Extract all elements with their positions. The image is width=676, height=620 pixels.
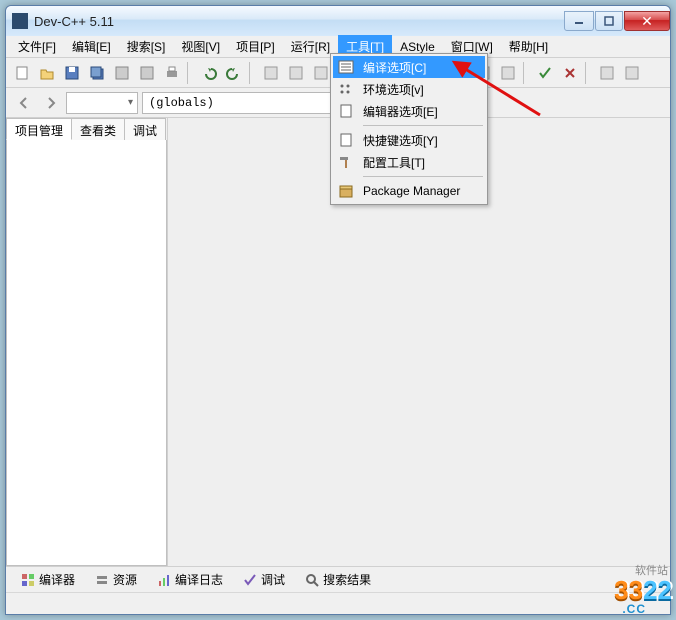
bottom-tab-label: 调试 [261, 571, 285, 588]
nav-fwd-button[interactable] [39, 91, 62, 114]
toolbar-sep [523, 62, 529, 84]
side-tab[interactable]: 项目管理 [6, 118, 72, 140]
list-icon [337, 59, 355, 75]
bottom-tab-label: 编译器 [39, 571, 75, 588]
hammer-icon [337, 154, 355, 170]
menu-item-label: 快捷键选项[Y] [363, 132, 438, 149]
menu-item[interactable]: 编译选项[C] [333, 56, 485, 78]
watermark-cc: .CC [622, 602, 646, 616]
new-file-button[interactable] [10, 61, 33, 84]
status-bar [6, 592, 670, 614]
stack-icon [95, 573, 109, 587]
menu-编辑[E][interactable]: 编辑[E] [64, 35, 119, 58]
menu-separator [363, 125, 483, 126]
maximize-button[interactable] [595, 11, 623, 31]
side-tab[interactable]: 查看类 [71, 118, 125, 140]
bottom-tab-strip: 编译器 资源 编译日志 调试 搜索结果 [6, 566, 670, 592]
menu-视图[V][interactable]: 视图[V] [173, 35, 228, 58]
bottom-tab-label: 搜索结果 [323, 571, 371, 588]
redo-button[interactable] [222, 61, 245, 84]
window-buttons: ✕ [564, 11, 670, 31]
undo-button[interactable] [197, 61, 220, 84]
menu-item-label: Package Manager [363, 184, 460, 198]
close-file-button[interactable] [135, 61, 158, 84]
bars-icon [157, 573, 171, 587]
toolbar-sep [585, 62, 591, 84]
scope-combo[interactable]: (globals) [142, 92, 358, 114]
print-button[interactable] [160, 61, 183, 84]
bottom-tab[interactable]: 资源 [86, 568, 146, 591]
minimize-button[interactable] [564, 11, 594, 31]
menu-item[interactable]: 编辑器选项[E] [333, 100, 485, 122]
cancel-build-button[interactable] [558, 61, 581, 84]
menu-item-label: 编译选项[C] [363, 59, 426, 76]
search-icon [305, 573, 319, 587]
menu-帮助[H][interactable]: 帮助[H] [501, 35, 556, 58]
save-button[interactable] [60, 61, 83, 84]
menu-item-label: 环境选项[v] [363, 81, 424, 98]
page-icon [337, 132, 355, 148]
watermark-sub: 软件站 [635, 562, 668, 578]
menu-item[interactable]: 环境选项[v] [333, 78, 485, 100]
app-icon [12, 13, 28, 29]
menu-item-label: 编辑器选项[E] [363, 103, 438, 120]
menu-项目[P][interactable]: 项目[P] [228, 35, 283, 58]
menu-文件[F][interactable]: 文件[F] [10, 35, 64, 58]
nav-back-button[interactable] [12, 91, 35, 114]
scope-combo-value: (globals) [149, 96, 214, 110]
menu-separator [363, 176, 483, 177]
tb-button[interactable] [259, 61, 282, 84]
check-button[interactable] [533, 61, 556, 84]
bottom-tab[interactable]: 编译器 [12, 568, 84, 591]
toolbar-sep [249, 62, 255, 84]
page-icon [337, 103, 355, 119]
toolbar-sep [187, 62, 193, 84]
tb-button[interactable] [284, 61, 307, 84]
project-tree[interactable] [6, 140, 167, 566]
options-button2[interactable] [620, 61, 643, 84]
bottom-tab-label: 资源 [113, 571, 137, 588]
save-as-button[interactable] [110, 61, 133, 84]
open-button[interactable] [35, 61, 58, 84]
pkg-icon [337, 183, 355, 199]
menu-搜索[S][interactable]: 搜索[S] [119, 35, 174, 58]
debug-button[interactable] [496, 61, 519, 84]
class-combo[interactable] [66, 92, 138, 114]
dots-icon [337, 81, 355, 97]
side-tab-strip: 项目管理查看类调试 [6, 118, 167, 140]
menu-item[interactable]: Package Manager [333, 180, 485, 202]
close-button[interactable]: ✕ [624, 11, 670, 31]
bottom-tab[interactable]: 搜索结果 [296, 568, 380, 591]
side-panel: 项目管理查看类调试 [6, 118, 168, 566]
menu-item-label: 配置工具[T] [363, 154, 425, 171]
save-all-button[interactable] [85, 61, 108, 84]
tb-button[interactable] [309, 61, 332, 84]
titlebar: Dev-C++ 5.11 ✕ [6, 6, 670, 36]
side-tab[interactable]: 调试 [124, 118, 166, 140]
tools-menu-dropdown: 编译选项[C] 环境选项[v] 编辑器选项[E] 快捷键选项[Y] 配置工具[T] Pac… [330, 53, 488, 205]
menu-item[interactable]: 快捷键选项[Y] [333, 129, 485, 151]
menu-item[interactable]: 配置工具[T] [333, 151, 485, 173]
bottom-tab[interactable]: 调试 [234, 568, 294, 591]
bottom-tab[interactable]: 编译日志 [148, 568, 232, 591]
window-title: Dev-C++ 5.11 [34, 14, 564, 29]
options-button[interactable] [595, 61, 618, 84]
check-icon [243, 573, 257, 587]
bottom-tab-label: 编译日志 [175, 571, 223, 588]
grid-icon [21, 573, 35, 587]
